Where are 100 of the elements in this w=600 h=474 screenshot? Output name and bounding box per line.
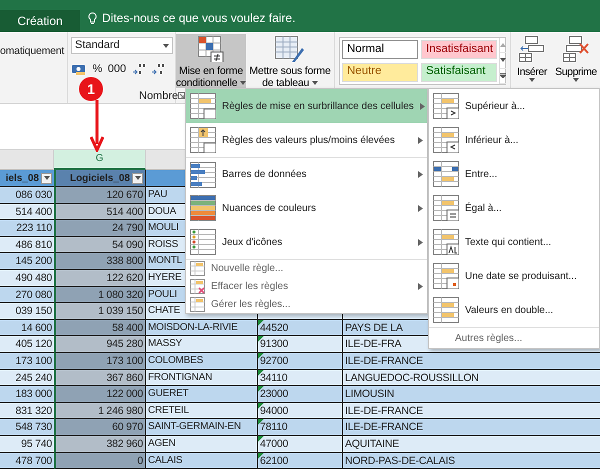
table-cell: AGEN bbox=[146, 436, 258, 452]
table-cell: 548 730 bbox=[0, 419, 54, 436]
table-cell: 478 700 bbox=[0, 452, 54, 470]
table-cell: 514 400 bbox=[0, 204, 54, 220]
top-bottom-rules-icon bbox=[190, 127, 216, 153]
table-cell: LANGUEDOC-ROUSSILLON bbox=[343, 370, 600, 386]
table-cell: 945 280 bbox=[54, 336, 146, 353]
table-cell: NORD-PAS-DE-CALAIS bbox=[343, 452, 600, 470]
arrow-annotation bbox=[90, 100, 104, 152]
caret-icon bbox=[312, 81, 318, 85]
icon-sets-icon bbox=[190, 229, 216, 255]
table-cell: FRONTIGNAN bbox=[146, 370, 258, 386]
decrease-decimal-icon[interactable] bbox=[151, 63, 166, 76]
menu-item[interactable]: Nouvelle règle... bbox=[186, 259, 427, 277]
menu-item[interactable]: Barres de données bbox=[186, 157, 427, 191]
increase-decimal-icon[interactable] bbox=[132, 63, 146, 76]
table-cell: 367 860 bbox=[54, 370, 146, 386]
table-cell: 270 080 bbox=[0, 286, 54, 304]
filter-button[interactable] bbox=[132, 172, 143, 184]
text-contains-icon bbox=[433, 229, 459, 255]
table-cell: 183 000 bbox=[0, 386, 54, 403]
submenu-item[interactable]: Texte qui contient... bbox=[429, 225, 599, 259]
table-cell: SAINT-GERMAIN-EN bbox=[146, 419, 258, 436]
autosum-label[interactable]: omatiquement bbox=[0, 44, 64, 60]
filter-button[interactable] bbox=[41, 172, 52, 184]
submenu-item[interactable]: Égal à... bbox=[429, 191, 599, 225]
clear-rules-icon bbox=[190, 278, 205, 294]
table-cell: 120 670 bbox=[54, 187, 146, 204]
table-cell: 173 100 bbox=[54, 352, 146, 370]
delete-button[interactable]: Supprime bbox=[553, 34, 599, 88]
table-cell: 382 960 bbox=[54, 436, 146, 452]
table-cell: 173 100 bbox=[0, 352, 54, 370]
conditional-format-icon bbox=[198, 36, 224, 62]
dialog-launcher-icon[interactable] bbox=[178, 92, 186, 100]
lightbulb-icon bbox=[88, 12, 97, 24]
table-cell: 245 240 bbox=[0, 370, 54, 386]
table-cell: 086 030 bbox=[0, 187, 54, 204]
menu-item[interactable]: Règles de mise en surbrillance des cellules bbox=[186, 89, 427, 123]
insert-cells-icon bbox=[519, 36, 545, 62]
submenu-item[interactable]: Supérieur à... bbox=[429, 89, 599, 123]
tell-me-field[interactable]: Dites-nous ce que vous voulez faire. bbox=[102, 9, 296, 27]
table-cell: 94000 bbox=[258, 402, 343, 420]
cell-style-swatch[interactable]: Satisfaisant bbox=[421, 62, 497, 82]
submenu-arrow-icon bbox=[418, 238, 423, 246]
color-scales-icon bbox=[190, 195, 216, 221]
table-cell: 0 bbox=[54, 452, 146, 470]
table-cell: 1 080 320 bbox=[54, 286, 146, 304]
table-cell: 223 110 bbox=[0, 220, 54, 237]
cell-style-swatch[interactable]: Normal bbox=[342, 40, 418, 59]
table-cell: GUERET bbox=[146, 386, 258, 403]
table-cell: 54 090 bbox=[54, 236, 146, 254]
column-title: iels_08 bbox=[6, 172, 39, 186]
submenu-item[interactable]: Entre... bbox=[429, 157, 599, 191]
currency-icon[interactable] bbox=[71, 63, 87, 76]
table-cell: 23000 bbox=[258, 386, 343, 403]
table-cell: 1 039 150 bbox=[54, 303, 146, 320]
table-cell: LIMOUSIN bbox=[343, 386, 600, 403]
duplicate-values-icon bbox=[433, 297, 459, 323]
submenu-item[interactable]: Une date se produisant... bbox=[429, 259, 599, 293]
conditional-format-button[interactable]: Mise en forme conditionnelle bbox=[176, 34, 246, 88]
thousands-button[interactable]: 000 bbox=[108, 61, 126, 78]
menu-item[interactable]: Règles des valeurs plus/moins élevées bbox=[186, 123, 427, 157]
insert-button[interactable]: Insérer bbox=[511, 34, 553, 88]
table-cell: MOISDON-LA-RIVIE bbox=[146, 320, 258, 336]
table-cell: 338 800 bbox=[54, 253, 146, 270]
greater-than-icon bbox=[433, 93, 459, 119]
table-cell: 145 200 bbox=[0, 253, 54, 270]
new-rule-icon bbox=[190, 261, 205, 276]
table-cell: 122 620 bbox=[54, 270, 146, 287]
scroll-down-icon[interactable] bbox=[500, 58, 506, 63]
cell-style-swatch[interactable]: Insatisfaisant bbox=[421, 40, 497, 59]
table-cell: ILE-DE-FRANCE bbox=[343, 402, 600, 420]
caret-icon bbox=[163, 44, 169, 48]
table-cell: 24 790 bbox=[54, 220, 146, 237]
table-cell: 47000 bbox=[258, 436, 343, 452]
table-cell: 1 246 980 bbox=[54, 402, 146, 420]
submenu-arrow-icon bbox=[418, 282, 423, 290]
table-cell: 122 000 bbox=[54, 386, 146, 403]
submenu-item[interactable]: Inférieur à... bbox=[429, 123, 599, 157]
ribbon-tab[interactable]: Création bbox=[0, 10, 80, 32]
data-bars-icon bbox=[190, 162, 216, 188]
table-cell: 60 970 bbox=[54, 419, 146, 436]
table-cell: ILE-DE-FRANCE bbox=[343, 352, 600, 370]
caret-icon bbox=[573, 78, 579, 82]
table-cell: 14 600 bbox=[0, 320, 54, 336]
submenu-arrow-icon bbox=[418, 204, 423, 212]
cell-style-swatch[interactable]: Neutre bbox=[342, 62, 418, 82]
format-as-table-button[interactable]: Mettre sous forme de tableau bbox=[246, 34, 334, 88]
number-format-dropdown[interactable]: Standard bbox=[71, 37, 173, 54]
table-cell: 34110 bbox=[258, 370, 343, 386]
column-header[interactable]: G bbox=[54, 150, 146, 170]
submenu-arrow-icon bbox=[418, 136, 423, 144]
more-icon[interactable] bbox=[500, 73, 506, 78]
table-cell: AQUITAINE bbox=[343, 436, 600, 452]
caret-icon bbox=[44, 176, 50, 180]
table-cell: CRETEIL bbox=[146, 402, 258, 420]
table-cell: 91300 bbox=[258, 336, 343, 353]
submenu-arrow-icon bbox=[420, 102, 425, 110]
between-icon bbox=[433, 161, 459, 187]
percent-button[interactable]: % bbox=[92, 61, 102, 78]
